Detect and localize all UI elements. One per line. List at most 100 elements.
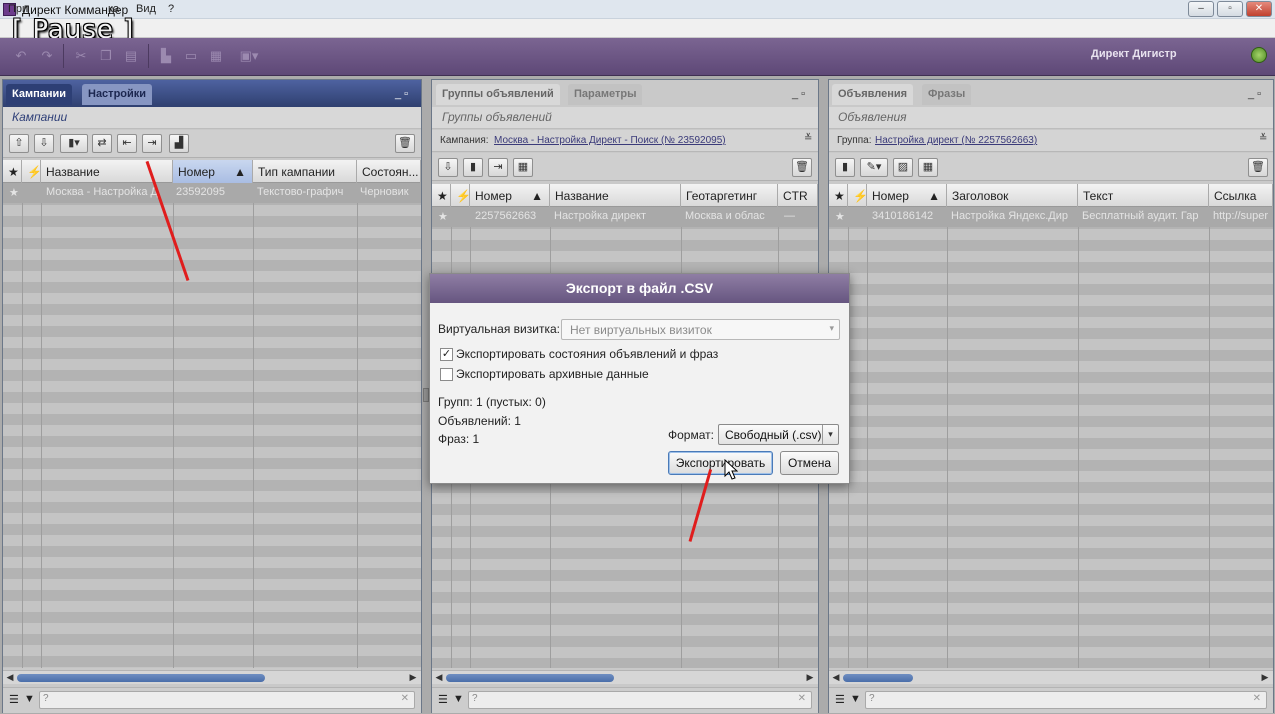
export-archive-checkbox[interactable]: [440, 368, 453, 381]
scroll-left-icon[interactable]: ◀: [830, 671, 842, 684]
list-icon[interactable]: ☰: [9, 693, 19, 706]
collapse-icon[interactable]: ≚: [1259, 133, 1267, 144]
delete-icon[interactable]: 🗑: [1248, 158, 1268, 177]
filter-icon[interactable]: ▼: [850, 693, 861, 705]
table-row[interactable]: ★ Москва - Настройка Д 23592095 Текстово…: [3, 183, 421, 203]
status-icon[interactable]: [1251, 47, 1267, 63]
col-geo[interactable]: Геотаргетинг: [681, 184, 778, 207]
columns-icon[interactable]: ▭: [180, 45, 202, 67]
export-button[interactable]: Экспортировать: [668, 451, 773, 475]
star-column-icon[interactable]: ★: [432, 184, 451, 207]
download-icon[interactable]: ⇩: [34, 134, 54, 153]
stats-icon[interactable]: ▟: [169, 134, 189, 153]
table-row[interactable]: ★ 3410186142 Настройка Яндекс.Дир Беспла…: [829, 207, 1273, 227]
table-icon[interactable]: ▦: [513, 158, 533, 177]
scroll-right-icon[interactable]: ▶: [1259, 671, 1271, 684]
vcard-select[interactable]: Нет виртуальных визиток ▾: [561, 319, 840, 340]
image-icon[interactable]: ▨: [893, 158, 913, 177]
menu-item-help[interactable]: ?: [168, 3, 174, 15]
close-button[interactable]: ✕: [1246, 1, 1272, 17]
ads-filter-input[interactable]: ? ✕: [865, 691, 1267, 709]
col-link[interactable]: Ссылка: [1209, 184, 1273, 207]
campaigns-hscroll[interactable]: ◀ ▶: [3, 670, 421, 684]
filter-icon[interactable]: ▼: [24, 693, 35, 705]
star-column-icon[interactable]: ★: [3, 160, 22, 183]
copy-icon[interactable]: ❐: [95, 45, 117, 67]
scroll-right-icon[interactable]: ▶: [407, 671, 419, 684]
layout-dropdown-icon[interactable]: ▣▾: [233, 45, 265, 67]
minimize-button[interactable]: –: [1188, 1, 1214, 17]
export-icon[interactable]: ⇥: [142, 134, 162, 153]
edit-dropdown-icon[interactable]: ✎▾: [860, 158, 888, 177]
compare-icon[interactable]: ⇄: [92, 134, 112, 153]
scroll-thumb[interactable]: [843, 674, 913, 682]
scroll-left-icon[interactable]: ◀: [433, 671, 445, 684]
tab-ad-groups[interactable]: Группы объявлений: [436, 84, 560, 105]
format-select[interactable]: Свободный (.csv) ▾: [718, 424, 839, 445]
import-icon[interactable]: ⇤: [117, 134, 137, 153]
tab-settings[interactable]: Настройки: [82, 84, 153, 105]
export-states-checkbox[interactable]: ✓: [440, 348, 453, 361]
tab-ads[interactable]: Объявления: [832, 84, 914, 105]
cancel-button[interactable]: Отмена: [780, 451, 839, 475]
cut-icon[interactable]: ✂: [70, 45, 92, 67]
panel-minmax-icon[interactable]: _ ▫: [792, 88, 805, 100]
col-ctr[interactable]: CTR: [778, 184, 818, 207]
tab-phrases[interactable]: Фразы: [922, 84, 972, 105]
campaigns-filter-input[interactable]: ? ✕: [39, 691, 415, 709]
panel-minmax-icon[interactable]: _ ▫: [395, 88, 408, 100]
flag-column-icon[interactable]: ⚡: [451, 184, 470, 207]
groups-filter-input[interactable]: ? ✕: [468, 691, 812, 709]
clear-icon[interactable]: ✕: [401, 693, 409, 704]
delete-icon[interactable]: 🗑: [792, 158, 812, 177]
star-column-icon[interactable]: ★: [829, 184, 848, 207]
new-icon[interactable]: ▮: [835, 158, 855, 177]
flag-column-icon[interactable]: ⚡: [22, 160, 41, 183]
scroll-right-icon[interactable]: ▶: [804, 671, 816, 684]
breadcrumb-link[interactable]: Москва - Настройка Директ - Поиск (№ 235…: [494, 135, 726, 146]
scroll-left-icon[interactable]: ◀: [4, 671, 16, 684]
list-icon[interactable]: ☰: [438, 693, 448, 706]
collapse-icon[interactable]: ≚: [804, 133, 812, 144]
menu-item-tools[interactable]: ка: [108, 3, 119, 15]
row-star-icon[interactable]: ★: [438, 210, 448, 223]
maximize-button[interactable]: ▫: [1217, 1, 1243, 17]
col-title[interactable]: Заголовок: [947, 184, 1078, 207]
col-name[interactable]: Название: [550, 184, 681, 207]
col-number[interactable]: Номер ▲: [867, 184, 947, 207]
new-dropdown-icon[interactable]: ▮▾: [60, 134, 88, 153]
col-state[interactable]: Состоян...: [357, 160, 421, 183]
redo-icon[interactable]: ↷: [36, 45, 58, 67]
breadcrumb-link[interactable]: Настройка директ (№ 2257562663): [875, 135, 1037, 146]
tab-parameters[interactable]: Параметры: [568, 84, 643, 105]
menu-item-app[interactable]: При: [8, 3, 28, 15]
col-number[interactable]: Номер ▲: [173, 160, 253, 183]
col-number[interactable]: Номер ▲: [470, 184, 550, 207]
ads-hscroll[interactable]: ◀ ▶: [829, 670, 1273, 684]
list-icon[interactable]: ☰: [835, 693, 845, 706]
bar-chart-icon[interactable]: ▙: [155, 45, 177, 67]
paste-icon[interactable]: ▤: [120, 45, 142, 67]
scroll-thumb[interactable]: [17, 674, 265, 682]
export-icon[interactable]: ⇥: [488, 158, 508, 177]
col-type[interactable]: Тип кампании: [253, 160, 357, 183]
scroll-thumb[interactable]: [446, 674, 614, 682]
table-icon[interactable]: ▦: [918, 158, 938, 177]
upload-icon[interactable]: ⇧: [9, 134, 29, 153]
download-icon[interactable]: ⇩: [438, 158, 458, 177]
new-icon[interactable]: ▮: [463, 158, 483, 177]
menu-item-view[interactable]: Вид: [136, 3, 156, 15]
flag-column-icon[interactable]: ⚡: [848, 184, 867, 207]
table-icon[interactable]: ▦: [205, 45, 227, 67]
groups-hscroll[interactable]: ◀ ▶: [432, 670, 818, 684]
filter-icon[interactable]: ▼: [453, 693, 464, 705]
row-star-icon[interactable]: ★: [835, 210, 845, 223]
undo-icon[interactable]: ↶: [10, 45, 32, 67]
table-row[interactable]: ★ 2257562663 Настройка директ Москва и о…: [432, 207, 818, 227]
clear-icon[interactable]: ✕: [1253, 693, 1261, 704]
delete-icon[interactable]: 🗑: [395, 134, 415, 153]
clear-icon[interactable]: ✕: [798, 693, 806, 704]
panel-minmax-icon[interactable]: _ ▫: [1248, 88, 1261, 100]
tab-campaigns[interactable]: Кампании: [6, 84, 73, 105]
row-star-icon[interactable]: ★: [9, 186, 19, 199]
